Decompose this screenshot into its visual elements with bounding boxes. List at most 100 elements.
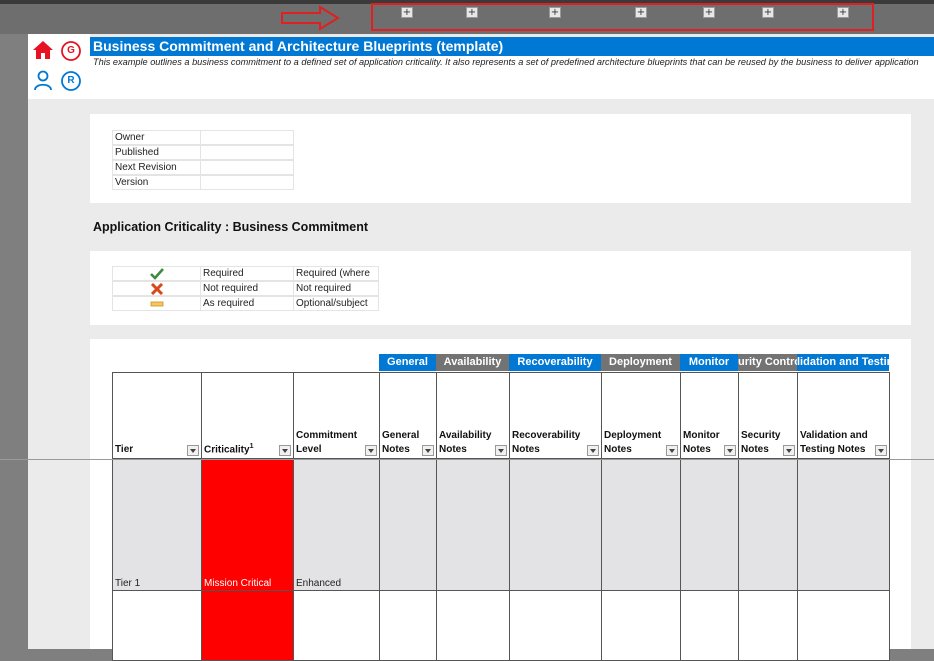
page-description: This example outlines a business commitm… bbox=[93, 57, 919, 67]
column-header: General Notes bbox=[379, 372, 437, 459]
home-icon[interactable] bbox=[32, 39, 54, 61]
table-cell[interactable] bbox=[680, 459, 739, 591]
table-cell[interactable]: Enhanced bbox=[293, 459, 380, 591]
table-cell[interactable] bbox=[201, 590, 294, 661]
legend-note: Optional/subject bbox=[293, 296, 379, 311]
governance-icon-label: G bbox=[67, 45, 75, 56]
table-cell[interactable]: Mission Critical bbox=[201, 459, 294, 591]
table-cell[interactable] bbox=[601, 590, 681, 661]
filter-dropdown-button[interactable] bbox=[783, 445, 795, 456]
legend-status: As required bbox=[200, 296, 294, 311]
filter-dropdown-button[interactable] bbox=[724, 445, 736, 456]
column-header-line2: Notes bbox=[741, 444, 769, 455]
nav-icon-panel: G R bbox=[28, 34, 90, 99]
legend-icon-cell bbox=[112, 281, 201, 296]
column-header-line1: Recoverability bbox=[512, 430, 581, 441]
legend-icon-cell bbox=[112, 296, 201, 311]
column-header: Commitment Level bbox=[293, 372, 380, 459]
page-title: Business Commitment and Architecture Blu… bbox=[93, 38, 504, 54]
metadata-label: Published bbox=[112, 145, 201, 160]
table-cell[interactable] bbox=[509, 590, 602, 661]
column-header-line2: Level bbox=[296, 444, 322, 455]
footnote-marker: 1 bbox=[249, 442, 254, 450]
column-header-line1: General bbox=[382, 430, 420, 441]
legend-status: Not required bbox=[200, 281, 294, 296]
group-header: Deployment bbox=[601, 354, 680, 371]
table-cell[interactable] bbox=[738, 459, 798, 591]
governance-icon[interactable]: G bbox=[60, 40, 82, 62]
group-header: lidation and Testin bbox=[797, 354, 889, 371]
column-header-label: Validation and Testing Notes bbox=[800, 429, 868, 457]
cell-text: Mission Critical bbox=[204, 578, 272, 589]
column-header-label: Deployment Notes bbox=[604, 429, 661, 457]
filter-dropdown-button[interactable] bbox=[279, 445, 291, 456]
group-header: General bbox=[379, 354, 436, 371]
table-cell[interactable] bbox=[293, 590, 380, 661]
column-group-expand-button[interactable]: + bbox=[401, 7, 413, 18]
table-cell[interactable] bbox=[436, 459, 510, 591]
column-header: Availability Notes bbox=[436, 372, 510, 459]
group-header: Monitor bbox=[680, 354, 738, 371]
resources-icon[interactable]: R bbox=[60, 70, 82, 92]
column-header: Deployment Notes bbox=[601, 372, 681, 459]
column-header-label: Recoverability Notes bbox=[512, 429, 580, 457]
table-cell[interactable] bbox=[797, 459, 890, 591]
column-header-line2: Tier bbox=[115, 444, 134, 455]
column-header-label: Monitor Notes bbox=[683, 429, 720, 457]
table-cell[interactable] bbox=[601, 459, 681, 591]
table-cell[interactable] bbox=[379, 590, 437, 661]
metadata-value[interactable] bbox=[200, 145, 294, 160]
table-cell[interactable] bbox=[680, 590, 739, 661]
annotation-highlight-box bbox=[371, 3, 874, 31]
dash-icon bbox=[150, 298, 164, 310]
column-header-label: Criticality1 bbox=[204, 440, 253, 457]
column-header-line1: Security bbox=[741, 430, 781, 441]
filter-dropdown-button[interactable] bbox=[875, 445, 887, 456]
table-cell[interactable]: Tier 1 bbox=[112, 459, 202, 591]
column-group-expand-button[interactable]: + bbox=[466, 7, 478, 18]
table-cell[interactable] bbox=[379, 459, 437, 591]
column-header-line2: Criticality1 bbox=[204, 442, 254, 455]
checkmark-icon bbox=[149, 268, 164, 280]
freeze-pane-divider bbox=[0, 459, 934, 460]
column-header: Recoverability Notes bbox=[509, 372, 602, 459]
column-group-expand-button[interactable]: + bbox=[762, 7, 774, 18]
column-header: Tier bbox=[112, 372, 202, 459]
group-header: Recoverability bbox=[509, 354, 601, 371]
metadata-value[interactable] bbox=[200, 160, 294, 175]
filter-dropdown-button[interactable] bbox=[587, 445, 599, 456]
column-header-line1: Validation and bbox=[800, 430, 868, 441]
column-group-expand-button[interactable]: + bbox=[703, 7, 715, 18]
column-header-label: Tier bbox=[115, 443, 133, 457]
column-header-label: General Notes bbox=[382, 429, 419, 457]
column-header-line2: Notes bbox=[439, 444, 467, 455]
table-cell[interactable] bbox=[738, 590, 798, 661]
section-title: Application Criticality : Business Commi… bbox=[93, 220, 369, 234]
table-cell[interactable] bbox=[509, 459, 602, 591]
column-group-expand-button[interactable]: + bbox=[635, 7, 647, 18]
filter-dropdown-button[interactable] bbox=[495, 445, 507, 456]
column-group-expand-button[interactable]: + bbox=[549, 7, 561, 18]
metadata-value[interactable] bbox=[200, 130, 294, 145]
group-header: Availability bbox=[436, 354, 509, 371]
user-icon[interactable] bbox=[32, 69, 54, 91]
column-header-line2: Testing Notes bbox=[800, 444, 866, 455]
column-header: Criticality1 bbox=[201, 372, 294, 459]
filter-dropdown-button[interactable] bbox=[422, 445, 434, 456]
column-group-expand-button[interactable]: + bbox=[837, 7, 849, 18]
legend-status: Required bbox=[200, 266, 294, 281]
filter-dropdown-button[interactable] bbox=[666, 445, 678, 456]
metadata-label: Next Revision bbox=[112, 160, 201, 175]
column-header-line2: Notes bbox=[604, 444, 632, 455]
metadata-value[interactable] bbox=[200, 175, 294, 190]
column-header-label: Commitment Level bbox=[296, 429, 357, 457]
cell-text: Tier 1 bbox=[115, 578, 141, 589]
table-cell[interactable] bbox=[797, 590, 890, 661]
filter-dropdown-button[interactable] bbox=[365, 445, 377, 456]
table-cell[interactable] bbox=[112, 590, 202, 661]
column-header: Monitor Notes bbox=[680, 372, 739, 459]
legend-note: Required (where bbox=[293, 266, 379, 281]
filter-dropdown-button[interactable] bbox=[187, 445, 199, 456]
table-cell[interactable] bbox=[436, 590, 510, 661]
column-header-label: Availability Notes bbox=[439, 429, 491, 457]
